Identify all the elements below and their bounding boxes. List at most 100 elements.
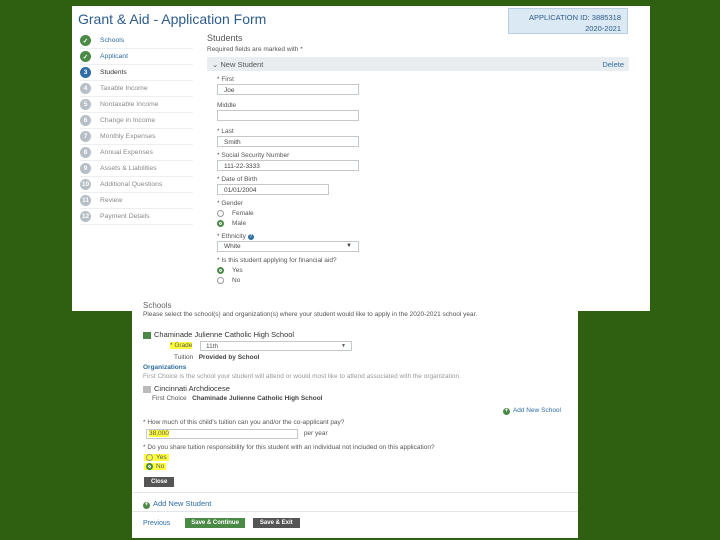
tuition-label: Tuition: [174, 354, 194, 361]
radio-share-yes[interactable]: [146, 454, 153, 461]
sidebar-item[interactable]: ✓ Schools: [80, 33, 193, 49]
aid-yes-option[interactable]: Yes: [217, 265, 629, 275]
share-yes-highlight: Yes: [144, 454, 169, 462]
ethnicity-select[interactable]: White ▼: [217, 241, 359, 252]
application-form-top: Grant & Aid - Application Form APPLICATI…: [72, 6, 650, 311]
add-student-label[interactable]: Add New Student: [153, 499, 211, 508]
step-number: 3: [80, 67, 91, 78]
first-choice-row: First Choice Chaminade Julienne Catholic…: [152, 395, 552, 402]
tuition-row: Tuition Provided by School: [174, 354, 554, 361]
sidebar-item-label: Schools: [100, 37, 125, 44]
org-checkbox-row[interactable]: Cincinnati Archdiocese: [143, 384, 563, 393]
sidebar-item[interactable]: 6 Change in Income: [80, 113, 193, 129]
plus-icon: +: [143, 502, 150, 509]
grade-row: * Grade 11th ▼: [170, 341, 550, 351]
first-name-input[interactable]: Joe: [217, 84, 359, 95]
sidebar-item-label: Nontaxable Income: [100, 101, 159, 108]
add-school-label[interactable]: Add New School: [513, 407, 561, 414]
share-no-option[interactable]: No: [144, 463, 564, 471]
checkbox-checked-icon[interactable]: [143, 385, 151, 393]
step-number: 10: [80, 179, 91, 190]
sidebar-item-label: Applicant: [100, 53, 128, 60]
school-name: Chaminade Julienne Catholic High School: [154, 330, 295, 339]
help-icon[interactable]: ?: [247, 234, 254, 240]
first-choice-label: First Choice: [152, 395, 187, 402]
gender-male-option[interactable]: Male: [217, 218, 629, 228]
add-school-link[interactable]: + Add New School: [143, 407, 561, 415]
save-exit-button[interactable]: Save & Exit: [252, 518, 300, 528]
middle-name-label: Middle: [217, 102, 237, 109]
middle-name-input[interactable]: [217, 110, 359, 121]
sidebar-item[interactable]: 9 Assets & Liabilities: [80, 161, 193, 177]
previous-link[interactable]: Previous: [143, 520, 170, 527]
org-name: Cincinnati Archdiocese: [154, 384, 230, 393]
ssn-input[interactable]: 111-22-3333: [217, 160, 359, 171]
section-heading: Students: [207, 33, 243, 43]
share-no-highlight: No: [144, 463, 167, 471]
dob-input[interactable]: 01/01/2004: [217, 184, 329, 195]
sidebar-item[interactable]: 3 Students: [80, 65, 193, 81]
tuition-amount-row: 38,000 per year: [146, 429, 566, 439]
schools-heading: Schools: [143, 301, 172, 310]
sidebar-item-label: Payment Details: [100, 213, 150, 220]
share-yes-option[interactable]: Yes: [144, 454, 564, 462]
sidebar-item[interactable]: 12 Payment Details: [80, 209, 193, 225]
share-question: * Do you share tuition responsibility fo…: [143, 444, 435, 451]
sidebar-item[interactable]: 10 Additional Questions: [80, 177, 193, 193]
aid-no-label: No: [232, 276, 241, 284]
step-number: 6: [80, 115, 91, 126]
delete-link[interactable]: Delete: [602, 60, 624, 69]
sidebar-item-label: Change in Income: [100, 117, 156, 124]
footer-actions: Previous Save & Continue Save & Exit: [143, 518, 563, 528]
sidebar-item[interactable]: 7 Monthly Expenses: [80, 129, 193, 145]
radio-share-no[interactable]: [146, 463, 153, 470]
ethnicity-label-text: * Ethnicity: [217, 233, 246, 240]
last-name-label: * Last: [217, 128, 234, 135]
aid-yes-label: Yes: [232, 266, 243, 274]
sidebar-item-label: Monthly Expenses: [100, 133, 156, 140]
sidebar-item[interactable]: 8 Annual Expenses: [80, 145, 193, 161]
radio-male[interactable]: [217, 219, 224, 227]
sidebar-item-label: Assets & Liabilities: [100, 165, 157, 172]
step-number: 4: [80, 83, 91, 94]
new-student-panel-header[interactable]: ⌄ New Student Delete: [207, 57, 629, 71]
tuition-amount-value: 38,000: [149, 430, 169, 437]
school-checkbox-row[interactable]: Chaminade Julienne Catholic High School: [143, 330, 563, 339]
tuition-amount-input[interactable]: 38,000: [146, 429, 298, 439]
caret-down-icon: ▼: [346, 243, 352, 249]
gender-female-option[interactable]: Female: [217, 208, 629, 218]
save-continue-button[interactable]: Save & Continue: [185, 518, 245, 528]
ethnicity-value: White: [224, 243, 241, 250]
gender-label: * Gender: [217, 200, 244, 207]
radio-female[interactable]: [217, 209, 224, 217]
plus-icon: +: [502, 408, 510, 415]
application-id: APPLICATION ID: 3885318: [529, 13, 621, 22]
sidebar-item[interactable]: 4 Taxable Income: [80, 81, 193, 97]
sidebar-item-label: Review: [100, 197, 123, 204]
radio-aid-yes[interactable]: [217, 266, 224, 274]
grade-select[interactable]: 11th ▼: [200, 341, 352, 351]
share-yes-label: Yes: [156, 454, 167, 462]
aid-no-option[interactable]: No: [217, 275, 629, 285]
divider: [132, 511, 578, 512]
schools-instruction: Please select the school(s) and organiza…: [143, 311, 478, 318]
step-number: 5: [80, 99, 91, 110]
checkbox-checked-icon[interactable]: [143, 331, 151, 339]
step-number: 7: [80, 131, 91, 142]
first-choice-value: Chaminade Julienne Catholic High School: [192, 395, 323, 402]
first-name-label: * First: [217, 76, 234, 83]
sidebar-item[interactable]: 11 Review: [80, 193, 193, 209]
sidebar-item[interactable]: 5 Nontaxable Income: [80, 97, 193, 113]
close-button[interactable]: Close: [144, 477, 175, 487]
last-name-input[interactable]: Smith: [217, 136, 359, 147]
step-number: 8: [80, 147, 91, 158]
caret-down-icon: ▼: [341, 343, 346, 349]
radio-aid-no[interactable]: [217, 276, 224, 284]
sidebar-item[interactable]: ✓ Applicant: [80, 49, 193, 65]
panel-title: New Student: [220, 59, 264, 69]
add-student-link[interactable]: + Add New Student: [143, 499, 563, 509]
required-note: Required fields are marked with *: [207, 46, 303, 53]
tuition-value: Provided by School: [198, 354, 260, 361]
application-id-box: APPLICATION ID: 3885318 2020-2021: [508, 8, 628, 34]
sidebar-item-label: Students: [100, 69, 127, 76]
